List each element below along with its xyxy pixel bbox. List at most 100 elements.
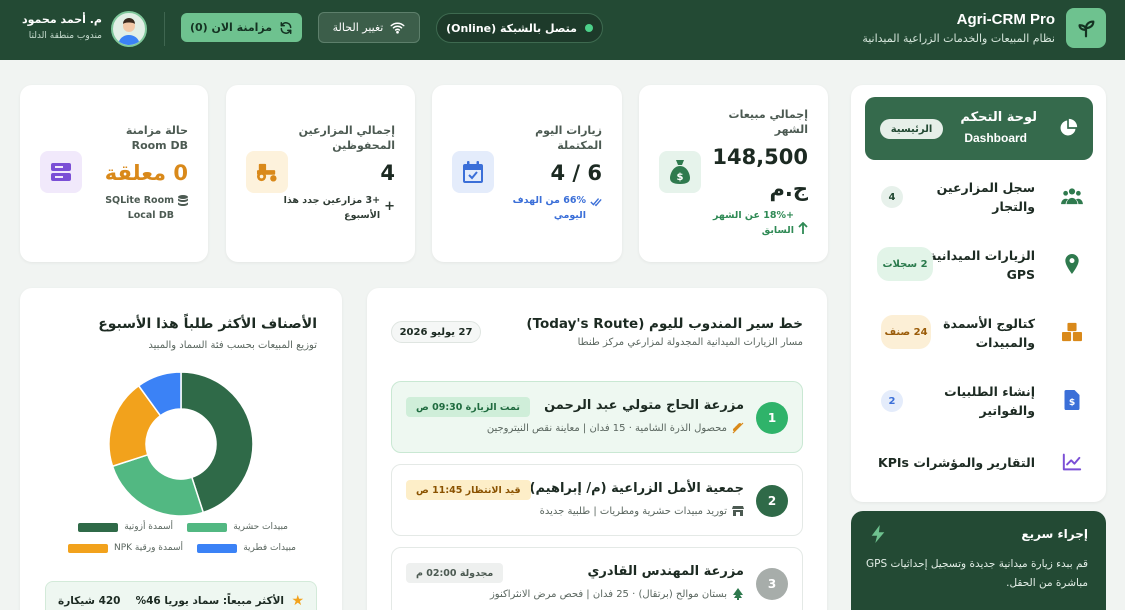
route-item-2[interactable]: 2 جمعية الأمل الزراعية (م/ إبراهيم) توري… — [391, 464, 803, 536]
user-role: مندوب منطقة الدلتا — [28, 31, 102, 41]
reports-label: التقارير والمؤشرات KPIs — [878, 455, 1035, 470]
categories-subtitle: توزيع المبيعات بحسب فئة السماد والمبيد — [148, 340, 317, 351]
quick-action-text: قم ببدء زيارة ميدانية جديدة وتسجيل إحداث… — [866, 558, 1088, 589]
legend-swatch — [187, 522, 228, 532]
catalog-count-badge: 24 صنف — [881, 315, 931, 349]
change-state-button[interactable]: تغيير الحالة — [318, 12, 420, 43]
farmers-count-badge: 4 — [881, 186, 903, 208]
dashboard-label-ar: لوحة التحكم — [960, 110, 1037, 125]
stat-card-visits: زيارات اليوم المكتملة 6 / 4 66% من الهدف… — [432, 85, 622, 262]
sidebar-item-invoices[interactable]: $ إنشاء الطلبيات والفواتير 2 — [865, 376, 1093, 426]
sidebar-item-visits[interactable]: الزيارات الميدانية GPS 2 سجلات — [865, 240, 1093, 290]
legend-swatch — [197, 543, 238, 553]
route-farm-name: مزرعة الحاج متولي عبد الرحمن — [544, 398, 744, 413]
online-dot-icon — [584, 24, 593, 32]
route-step-number: 2 — [756, 485, 788, 517]
sales-title: إجمالي مبيعات الشهر — [728, 108, 808, 136]
pie-chart-icon — [1057, 117, 1079, 139]
network-status-pill: متصل بالشبكة (Online) — [436, 13, 603, 43]
sidebar-item-farmers[interactable]: سجل المزارعين والتجار 4 — [865, 172, 1093, 222]
map-pin-icon — [1061, 253, 1083, 275]
sync-pending-value: 0 معلقة — [104, 161, 188, 185]
sidebar-item-reports[interactable]: التقارير والمؤشرات KPIs — [865, 437, 1093, 487]
sidebar-item-catalog[interactable]: كتالوج الأسمدة والمبيدات 24 صنف — [865, 308, 1093, 358]
chart-line-icon — [1061, 451, 1083, 473]
legend-label: أسمدة أزوتية — [124, 522, 173, 532]
donut-slice-2[interactable] — [111, 453, 205, 517]
sync-db-note: SQLite Room Local DB — [83, 193, 188, 223]
farmers-new-note: + +3 مزارعين جدد هذا الأسبوع — [280, 193, 395, 223]
wifi-icon — [390, 22, 405, 34]
visits-label: الزيارات الميدانية GPS — [929, 248, 1035, 282]
plus-icon: + — [384, 199, 395, 214]
svg-text:$: $ — [1069, 397, 1075, 408]
sync-title: حالة مزامنة Room DB — [125, 124, 188, 152]
visits-value: 6 / 4 — [550, 161, 602, 185]
categories-donut-chart — [108, 371, 254, 517]
visits-goal-note: 66% من الهدف اليومي — [507, 193, 602, 223]
route-item-3[interactable]: 3 مزرعة المهندس القادري بستان موالح (برت… — [391, 547, 803, 610]
route-item-1[interactable]: 1 مزرعة الحاج متولي عبد الرحمن محصول الذ… — [391, 381, 803, 453]
top-seller-banner: ★ الأكثر مبيعاً: سماد يوريا 46% 420 شيكا… — [45, 581, 317, 610]
visits-count-badge: 2 سجلات — [877, 247, 933, 281]
sync-now-button[interactable]: مزامنة الان (0) — [181, 13, 302, 42]
stat-card-farmers: إجمالي المزارعين المحفوظين 4 + +3 مزارعي… — [226, 85, 415, 262]
star-icon: ★ — [291, 593, 304, 609]
sales-growth-note: +18% عن الشهر السابق — [698, 208, 808, 238]
user-name: م. أحمد محمود — [22, 13, 102, 26]
sync-now-label: مزامنة الان (0) — [189, 21, 273, 34]
sales-value: 148,500 — [712, 145, 808, 169]
tree-icon — [733, 588, 743, 600]
catalog-label: كتالوج الأسمدة والمبيدات — [943, 316, 1035, 350]
svg-text:$: $ — [677, 172, 684, 183]
route-farm-name: جمعية الأمل الزراعية (م/ إبراهيم) — [529, 481, 745, 496]
route-status-badge: قيد الانتظار 11:45 ص — [406, 480, 531, 500]
database-icon — [178, 195, 188, 206]
user-avatar[interactable] — [111, 11, 147, 47]
stat-card-sync: حالة مزامنة Room DB 0 معلقة SQLite Room … — [20, 85, 208, 262]
tractor-icon — [246, 151, 288, 193]
route-farm-name: مزرعة المهندس القادري — [587, 564, 744, 579]
server-icon — [40, 151, 82, 193]
home-badge: الرئيسية — [880, 119, 943, 139]
double-check-icon — [590, 198, 602, 207]
route-title: خط سير المندوب لليوم (Today's Route) — [526, 316, 803, 332]
legend-swatch — [67, 543, 108, 553]
route-farm-details: محصول الذرة الشامية · 15 فدان | معاينة ن… — [487, 422, 744, 434]
route-status-badge: مجدولة 02:00 م — [406, 563, 504, 583]
bolt-icon — [871, 525, 885, 546]
invoice-icon: $ — [1061, 389, 1083, 411]
farmers-title: إجمالي المزارعين المحفوظين — [298, 124, 395, 152]
legend-label: مبيدات فطرية — [243, 543, 296, 553]
brand-subtitle: نظام المبيعات والخدمات الزراعية الميداني… — [862, 32, 1055, 45]
route-farm-details-text: توريد مبيدات حشرية ومطريات | طلبية جديدة — [539, 505, 727, 517]
legend-item-nitrogen: أسمدة أزوتية — [78, 522, 173, 532]
legend-item-insecticides: مبيدات حشرية — [187, 522, 288, 532]
route-subtitle: مسار الزيارات الميدانية المجدولة لمزارعي… — [577, 337, 803, 348]
route-status-badge: تمت الزيارة 09:30 ص — [406, 397, 530, 417]
quick-action-title: إجراء سريع — [1021, 527, 1088, 541]
invoices-label: إنشاء الطلبيات والفواتير — [944, 384, 1035, 418]
top-seller-label: الأكثر مبيعاً: سماد يوريا 46% — [135, 595, 284, 607]
refresh-icon — [280, 21, 292, 34]
dashboard-label-en: Dashboard — [964, 131, 1027, 145]
legend-swatch — [78, 522, 119, 532]
sales-unit: ج.م — [769, 177, 808, 201]
visits-goal-text: 66% من الهدف اليومي — [512, 195, 586, 221]
route-step-number: 1 — [756, 402, 788, 434]
route-step-number: 3 — [756, 568, 788, 600]
calendar-check-icon — [452, 151, 494, 193]
route-farm-details-text: بستان موالح (برتقال) · 25 فدان | فحص مرض… — [489, 588, 727, 600]
sprout-logo-icon — [1066, 8, 1106, 48]
sidebar-item-dashboard[interactable]: لوحة التحكم Dashboard الرئيسية — [865, 97, 1093, 160]
invoices-count-badge: 2 — [881, 390, 903, 412]
header-divider — [164, 12, 165, 46]
network-status-label: متصل بالشبكة (Online) — [446, 21, 577, 35]
boxes-icon — [1061, 321, 1083, 343]
route-farm-details: توريد مبيدات حشرية ومطريات | طلبية جديدة — [540, 505, 744, 517]
legend-label: أسمدة ورقية NPK — [113, 543, 183, 553]
sync-db-text: SQLite Room Local DB — [105, 195, 174, 221]
legend-item-fungicides: مبيدات فطرية — [197, 543, 296, 553]
change-state-label: تغيير الحالة — [332, 21, 384, 34]
money-bag-icon: $ — [659, 151, 701, 193]
